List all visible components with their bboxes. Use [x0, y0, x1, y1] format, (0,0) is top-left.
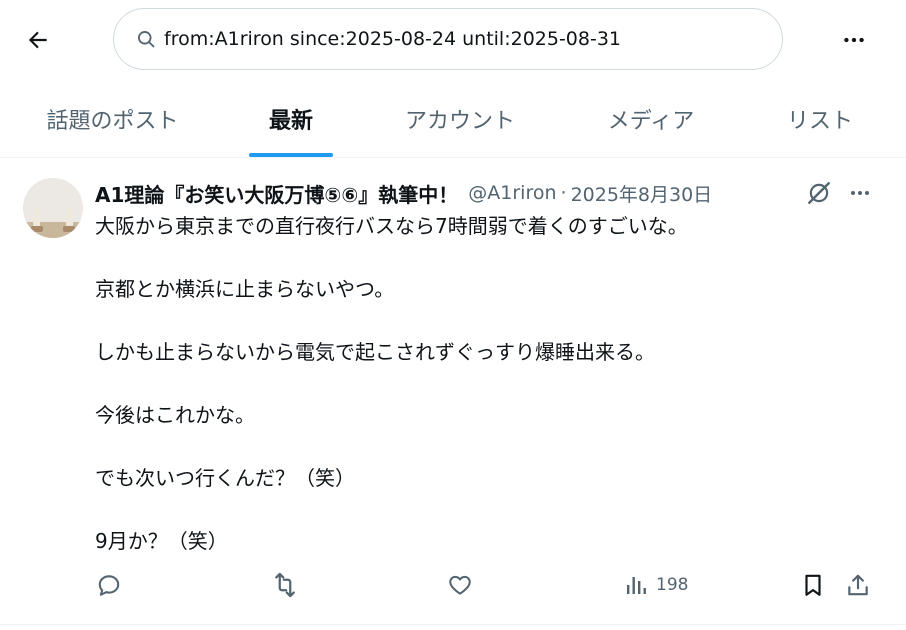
grok-button[interactable] — [804, 178, 834, 208]
display-name[interactable]: A1理論『お笑い大阪万博⑤⑥』執筆中！ — [95, 179, 458, 208]
search-icon — [136, 28, 158, 50]
post-line: しかも止まらないから電気で起こされずぐっすり爆睡出来る。 — [95, 340, 655, 364]
search-tabs: 話題のポスト 最新 アカウント メディア リスト — [0, 80, 906, 158]
post-line: 9月か？（笑） — [95, 529, 228, 553]
user-handle[interactable]: @A1riron — [468, 182, 556, 204]
tab-latest[interactable]: 最新 — [250, 80, 332, 158]
post-more-button[interactable] — [845, 178, 875, 208]
bookmark-button[interactable] — [800, 567, 826, 603]
grok-icon — [808, 182, 830, 204]
active-tab-indicator — [249, 153, 333, 157]
reply-button[interactable] — [96, 567, 122, 603]
views-count: 198 — [656, 575, 689, 595]
repost-icon — [275, 572, 295, 598]
more-horizontal-icon — [844, 37, 864, 43]
reply-icon — [98, 575, 120, 596]
views-button[interactable]: 198 — [624, 567, 688, 603]
separator-dot: · — [560, 182, 567, 204]
post[interactable]: A1理論『お笑い大阪万博⑤⑥』執筆中！ @A1riron · 2025年8月30… — [0, 160, 906, 625]
tab-top-posts[interactable]: 話題のポスト — [40, 80, 185, 158]
share-icon — [848, 574, 868, 596]
analytics-icon — [627, 577, 646, 594]
more-horizontal-icon — [851, 191, 869, 195]
share-button[interactable] — [845, 567, 871, 603]
tab-media[interactable]: メディア — [600, 80, 702, 158]
post-timestamp[interactable]: 2025年8月30日 — [571, 180, 713, 207]
repost-button[interactable] — [271, 567, 299, 603]
like-button[interactable] — [447, 567, 473, 603]
post-line: 京都とか横浜に止まらないやつ。 — [95, 277, 395, 301]
search-input[interactable] — [164, 28, 764, 50]
avatar[interactable] — [23, 178, 83, 238]
more-options-button[interactable] — [834, 20, 874, 60]
tab-accounts[interactable]: アカウント — [398, 80, 522, 158]
post-line: 今後はこれかな。 — [95, 403, 255, 427]
heart-icon — [449, 575, 471, 595]
bookmark-icon — [805, 574, 821, 596]
back-button[interactable] — [18, 20, 58, 60]
search-box[interactable] — [113, 8, 783, 70]
post-text: 大阪から東京までの直行夜行バスなら7時間弱で着くのすごいな。 京都とか横浜に止ま… — [95, 212, 885, 590]
post-line: 大阪から東京までの直行夜行バスなら7時間弱で着くのすごいな。 — [95, 214, 688, 238]
tab-lists[interactable]: リスト — [780, 80, 860, 158]
post-header: A1理論『お笑い大阪万博⑤⑥』執筆中！ @A1riron · 2025年8月30… — [95, 178, 712, 208]
top-bar — [0, 0, 906, 80]
post-actions: 198 — [0, 567, 906, 603]
arrow-left-icon — [28, 31, 47, 49]
post-line: でも次いつ行くんだ？（笑） — [95, 466, 355, 490]
